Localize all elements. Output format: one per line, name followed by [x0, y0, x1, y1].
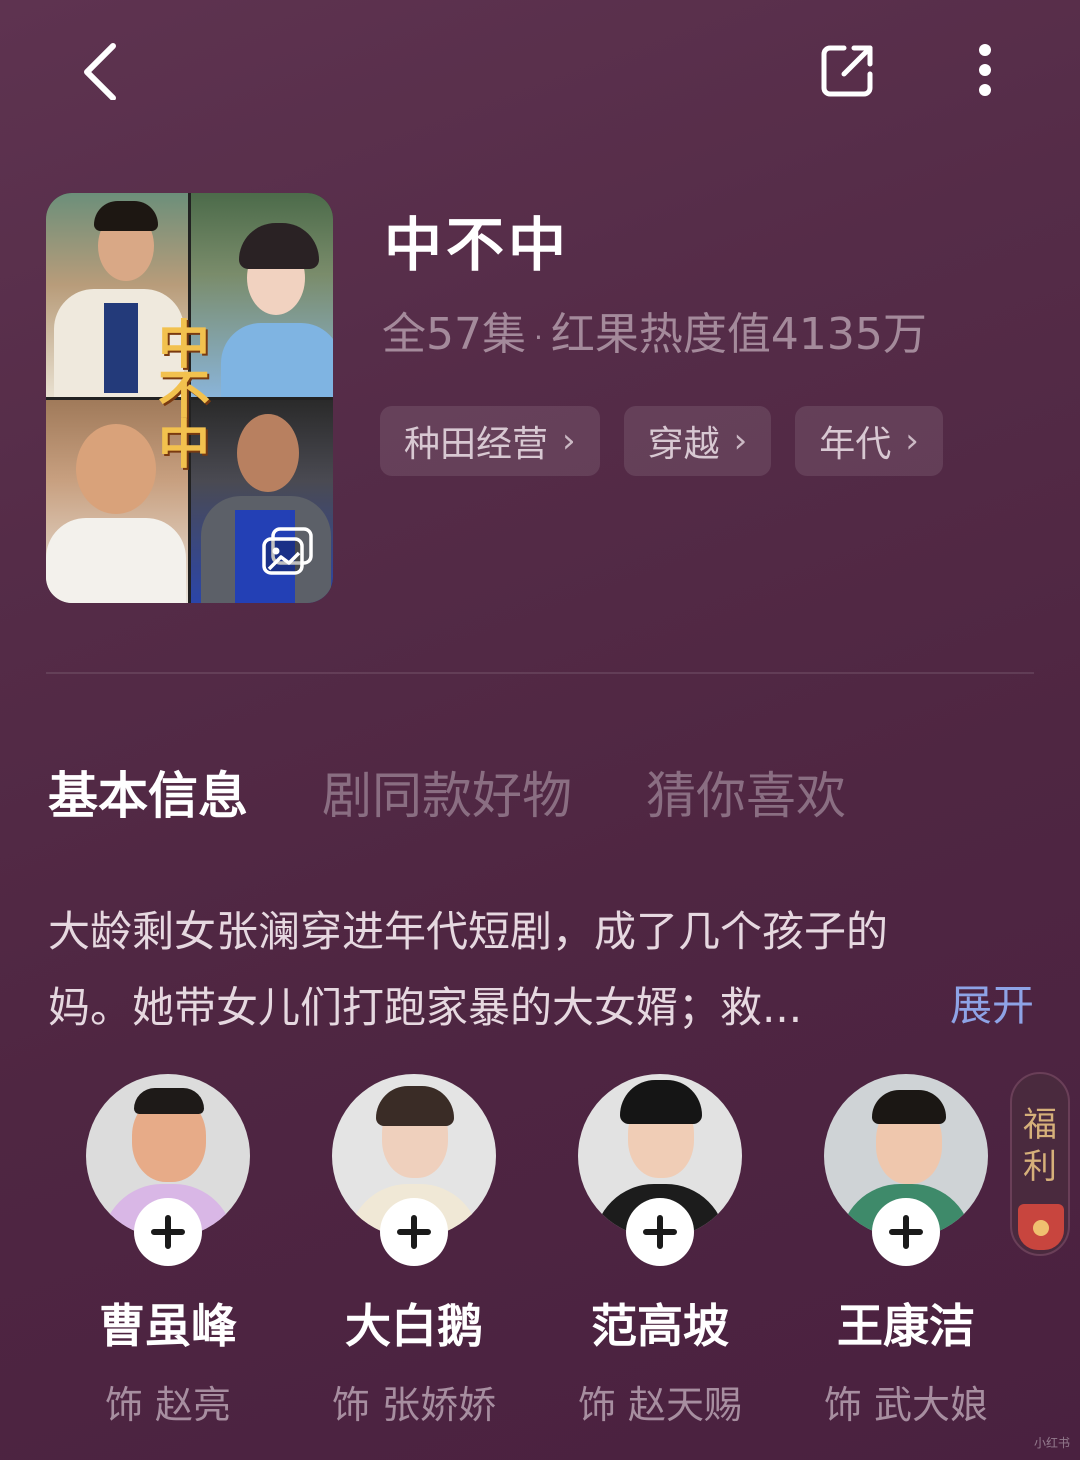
follow-button[interactable]	[872, 1198, 940, 1266]
actor-role: 饰 赵亮	[104, 1383, 232, 1427]
cast-member[interactable]: 王康洁 饰 武大娘	[824, 1074, 988, 1429]
actor-role: 饰 赵天赐	[577, 1383, 743, 1427]
actor-name: 大白鹅	[345, 1299, 483, 1353]
synopsis-text: 大龄剩女张澜穿进年代短剧，成了几个孩子的妈。她带女儿们打跑家暴的大女婿；救...	[48, 907, 889, 1032]
plus-icon	[397, 1215, 431, 1249]
welfare-button[interactable]: 福利	[1010, 1072, 1070, 1256]
tag-label: 穿越	[647, 424, 720, 465]
cast-list: 曹虽峰 饰 赵亮 大白鹅 饰 张娇娇 范高坡 饰 赵天赐 王康洁 饰 武大娘	[86, 1074, 988, 1429]
gallery-icon[interactable]	[261, 527, 315, 577]
follow-button[interactable]	[380, 1198, 448, 1266]
tab-same-products[interactable]: 剧同款好物	[322, 756, 572, 828]
top-bar	[0, 0, 1080, 140]
follow-button[interactable]	[134, 1198, 202, 1266]
meta-separator: ·	[534, 320, 543, 354]
follow-button[interactable]	[626, 1198, 694, 1266]
cast-member[interactable]: 范高坡 饰 赵天赐	[578, 1074, 742, 1429]
chevron-right-icon: ›	[562, 421, 576, 461]
actor-name: 范高坡	[591, 1299, 729, 1353]
plus-icon	[151, 1215, 185, 1249]
drama-title: 中不中	[384, 211, 571, 279]
drama-poster[interactable]: 中不中	[46, 193, 333, 603]
tag-label: 种田经营	[404, 424, 549, 465]
heat-value: 红果热度值4135万	[550, 309, 927, 360]
tab-recommendations[interactable]: 猜你喜欢	[646, 756, 846, 828]
envelope-seal	[1033, 1220, 1049, 1236]
detail-tabs: 基本信息 剧同款好物 猜你喜欢	[48, 756, 846, 828]
actor-name: 曹虽峰	[99, 1299, 237, 1353]
tab-basic-info[interactable]: 基本信息	[48, 756, 248, 828]
tag-label: 年代	[819, 424, 892, 465]
tag-time-travel[interactable]: 穿越 ›	[623, 406, 772, 476]
cast-member[interactable]: 大白鹅 饰 张娇娇	[332, 1074, 496, 1429]
plus-icon	[643, 1215, 677, 1249]
more-button[interactable]	[945, 30, 1025, 110]
more-vertical-icon	[979, 44, 991, 96]
section-divider	[46, 672, 1034, 674]
drama-meta: 全57集 · 红果热度值4135万	[382, 298, 927, 362]
chevron-left-icon	[84, 43, 116, 100]
expand-link[interactable]: 展开	[950, 972, 1034, 1033]
cast-member[interactable]: 曹虽峰 饰 赵亮	[86, 1074, 250, 1429]
poster-title-art: 中不中	[158, 315, 211, 476]
plus-icon	[889, 1215, 923, 1249]
back-button[interactable]	[60, 30, 140, 110]
welfare-label: 福利	[1023, 1105, 1057, 1187]
chevron-right-icon: ›	[733, 421, 748, 461]
tag-farming[interactable]: 种田经营 ›	[380, 406, 600, 476]
episode-count: 全57集	[382, 309, 526, 360]
actor-role: 饰 武大娘	[823, 1383, 989, 1427]
share-button[interactable]	[808, 30, 888, 110]
actor-role: 饰 张娇娇	[331, 1383, 497, 1427]
genre-tags: 种田经营 › 穿越 › 年代 ›	[380, 406, 943, 476]
share-external-icon	[821, 45, 873, 97]
tag-era[interactable]: 年代 ›	[795, 406, 943, 476]
watermark: 小红书	[1034, 1436, 1071, 1450]
actor-name: 王康洁	[837, 1299, 975, 1353]
chevron-right-icon: ›	[905, 421, 919, 461]
